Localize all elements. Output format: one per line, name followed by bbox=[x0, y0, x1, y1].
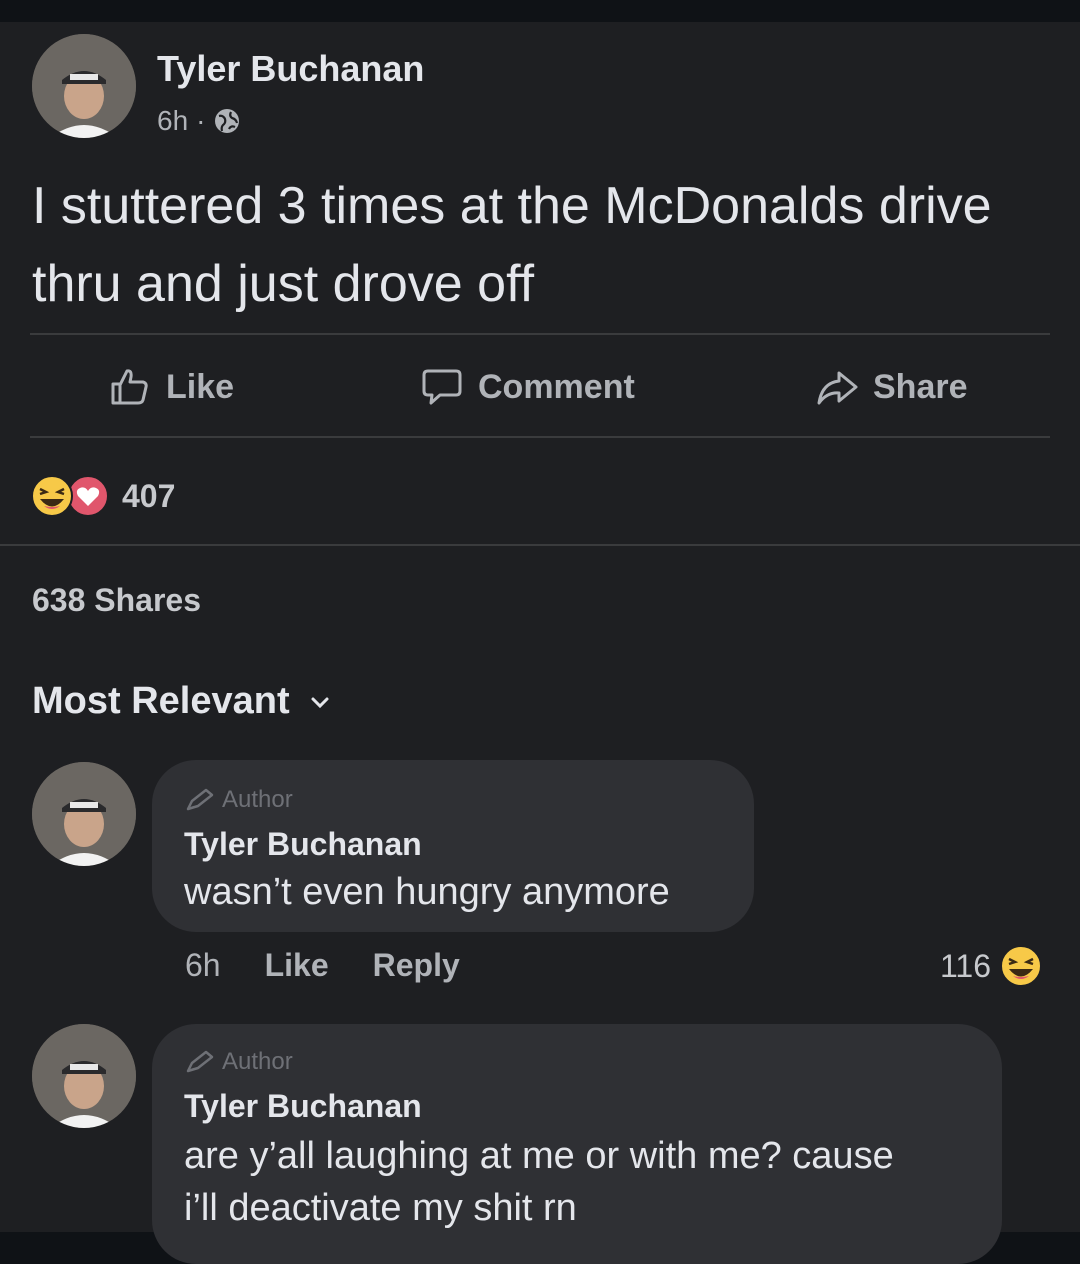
comment-reply-button[interactable]: Reply bbox=[373, 947, 460, 984]
author-badge: Author bbox=[184, 786, 293, 814]
post-text: I stuttered 3 times at the McDonalds dri… bbox=[32, 177, 992, 313]
share-button[interactable]: Share bbox=[815, 362, 968, 412]
sort-dropdown[interactable]: Most Relevant bbox=[32, 680, 332, 723]
comment-like-button[interactable]: Like bbox=[265, 947, 329, 984]
screenshot-frame: Tyler Buchanan 6h · I stuttered 3 times … bbox=[0, 0, 1080, 1264]
section-divider bbox=[0, 544, 1080, 546]
avatar-photo bbox=[32, 762, 136, 866]
author-badge: Author bbox=[184, 1048, 293, 1076]
post-meta: 6h · bbox=[157, 105, 241, 137]
comment-label: Comment bbox=[478, 367, 635, 406]
haha-icon bbox=[999, 944, 1043, 988]
comment-author-name[interactable]: Tyler Buchanan bbox=[184, 826, 422, 863]
comment-text-line-1: are y’all laughing at me or with me? cau… bbox=[184, 1135, 894, 1177]
avatar-photo bbox=[32, 1024, 136, 1128]
comment-time[interactable]: 6h bbox=[185, 947, 221, 984]
thumbs-up-icon bbox=[111, 369, 148, 405]
share-label: Share bbox=[873, 367, 968, 406]
post-author-name[interactable]: Tyler Buchanan bbox=[157, 48, 424, 90]
post-card: Tyler Buchanan 6h · I stuttered 3 times … bbox=[0, 22, 1080, 1264]
comment-text-line-2: i’ll deactivate my shit rn bbox=[184, 1187, 577, 1229]
meta-separator: · bbox=[196, 105, 206, 136]
pen-icon bbox=[186, 788, 214, 811]
like-button[interactable]: Like bbox=[108, 362, 234, 412]
post-time[interactable]: 6h bbox=[157, 105, 188, 137]
chevron-down-icon bbox=[311, 697, 329, 708]
comment-avatar[interactable] bbox=[32, 762, 136, 866]
reaction-summary[interactable]: 407 bbox=[30, 474, 175, 518]
shares-count[interactable]: 638 Shares bbox=[32, 582, 201, 619]
comment-icon bbox=[422, 369, 462, 405]
share-icon bbox=[817, 371, 858, 405]
comment-bubble: Author Tyler Buchanan are y’all laughing… bbox=[152, 1024, 1002, 1264]
comment-text: wasn’t even hungry anymore bbox=[184, 871, 670, 913]
pen-icon bbox=[186, 1050, 214, 1073]
comment-actions: 6h Like Reply bbox=[185, 947, 460, 984]
comment-avatar[interactable] bbox=[32, 1024, 136, 1128]
globe-icon bbox=[215, 109, 240, 133]
avatar-photo bbox=[32, 34, 136, 138]
author-avatar[interactable] bbox=[32, 34, 136, 138]
divider-top bbox=[30, 333, 1050, 335]
haha-icon bbox=[30, 474, 74, 518]
comment-button[interactable]: Comment bbox=[420, 362, 635, 412]
like-label: Like bbox=[166, 367, 235, 406]
comment-bubble: Author Tyler Buchanan wasn’t even hungry… bbox=[152, 760, 754, 932]
comment-author-name[interactable]: Tyler Buchanan bbox=[184, 1088, 422, 1125]
divider-bottom bbox=[30, 436, 1050, 438]
author-badge-label: Author bbox=[222, 1048, 293, 1075]
sort-label: Most Relevant bbox=[32, 680, 290, 722]
comment-reaction[interactable]: 116 bbox=[940, 944, 1043, 988]
reaction-count: 407 bbox=[122, 477, 176, 514]
author-badge-label: Author bbox=[222, 786, 293, 813]
comment-reaction-count: 116 bbox=[940, 947, 992, 984]
